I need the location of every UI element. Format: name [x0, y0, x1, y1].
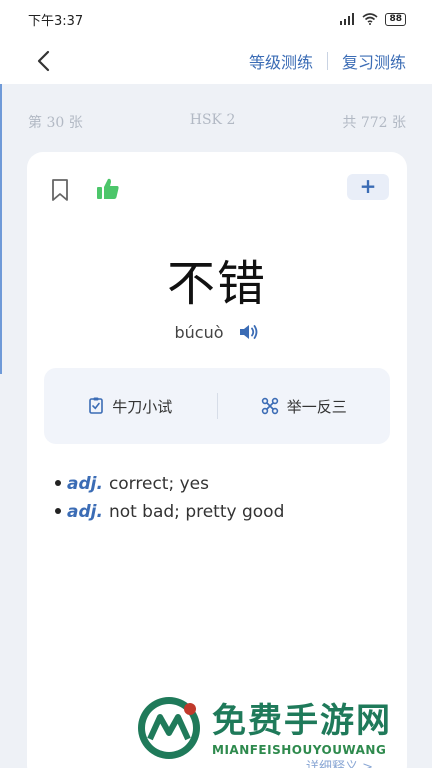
pinyin-text: búcuò [174, 322, 224, 342]
nav-bar: 等级测练 复习测练 [0, 38, 432, 84]
watermark-subtitle: MIANFEISHOUYOUWANG [212, 743, 387, 757]
review-test-link[interactable]: 复习测练 [342, 49, 406, 73]
level-test-link[interactable]: 等级测练 [249, 49, 313, 73]
part-of-speech: adj. [67, 474, 103, 494]
card-level: HSK 2 [189, 112, 236, 128]
thumbs-up-icon [97, 178, 119, 199]
part-of-speech: adj. [67, 502, 103, 522]
definition-item: adj. not bad; pretty good [55, 498, 395, 526]
card-position: 第 30 张 [28, 115, 83, 131]
status-time: 下午3:37 [28, 13, 84, 29]
definition-text: not bad; pretty good [108, 502, 285, 522]
practice-box: 牛刀小试 举一反三 [44, 368, 390, 444]
chevron-left-icon [37, 50, 50, 72]
quiz-label: 牛刀小试 [112, 397, 173, 416]
vocab-word: 不错 [166, 256, 267, 312]
like-button[interactable] [95, 176, 121, 202]
speaker-icon [239, 325, 257, 339]
checklist-icon [89, 397, 104, 414]
bookmark-icon [52, 179, 68, 201]
flashcard: + 不错 búcuò 牛刀小试 举一反三 adj. correct; yes a… [27, 152, 407, 768]
nav-divider [326, 52, 328, 70]
watermark-logo-icon [138, 697, 200, 759]
quiz-button[interactable]: 牛刀小试 [44, 396, 217, 417]
audio-button[interactable] [238, 322, 260, 342]
battery-indicator: 88 [385, 12, 406, 26]
extend-button[interactable]: 举一反三 [218, 396, 391, 417]
bullet [55, 480, 61, 486]
network-icon [261, 397, 278, 415]
watermark: 免费手游网 MIANFEISHOUYOUWANG [136, 693, 432, 768]
nav-actions: 等级测练 复习测练 [249, 38, 406, 84]
add-button[interactable]: + [347, 174, 389, 200]
bookmark-button[interactable] [49, 178, 71, 202]
definition-item: adj. correct; yes [55, 470, 395, 498]
status-icons: 88 [339, 12, 406, 26]
card-total: 共 772 张 [342, 115, 406, 131]
card-counter: 第 30 张 HSK 2 共 772 张 [0, 112, 432, 136]
signal-icon [340, 13, 355, 25]
pinyin-row: búcuò [27, 322, 407, 342]
extend-label: 举一反三 [286, 397, 347, 416]
definition-text: correct; yes [108, 474, 209, 494]
bullet [55, 508, 61, 514]
status-bar: 下午3:37 88 [0, 0, 432, 38]
watermark-title: 免费手游网 [212, 701, 392, 741]
wifi-icon [362, 13, 378, 25]
back-button[interactable] [30, 48, 56, 74]
definition-list: adj. correct; yes adj. not bad; pretty g… [55, 470, 395, 526]
